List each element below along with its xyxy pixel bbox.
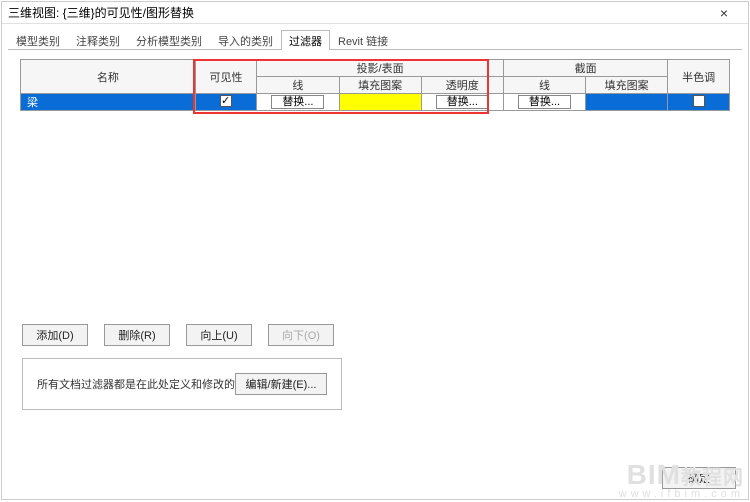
- edit-group-label: 所有文档过滤器都是在此处定义和修改的: [37, 376, 235, 392]
- hdr-proj-trans: 透明度: [421, 77, 503, 94]
- cell-proj-trans[interactable]: 替换...: [421, 94, 503, 111]
- hdr-proj-line: 线: [257, 77, 339, 94]
- cell-cut-line[interactable]: 替换...: [503, 94, 585, 111]
- watermark: BIM教程网 www.ifbim.com: [619, 461, 744, 500]
- cell-proj-pattern[interactable]: [339, 94, 421, 111]
- cell-name[interactable]: 梁: [21, 94, 196, 111]
- hdr-visible: 可见性: [195, 60, 257, 94]
- tab-imported[interactable]: 导入的类别: [210, 30, 281, 50]
- client-area: 模型类别 注释类别 分析模型类别 导入的类别 过滤器 Revit 链接 名称 可…: [2, 24, 748, 499]
- tab-analytical[interactable]: 分析模型类别: [128, 30, 210, 50]
- hdr-proj-pattern: 填充图案: [339, 77, 421, 94]
- dialog-title: 三维视图: {三维}的可见性/图形替换: [8, 4, 706, 21]
- tab-filters[interactable]: 过滤器: [281, 30, 330, 50]
- watermark-url: www.ifbim.com: [619, 489, 744, 500]
- grid-area: 名称 可见性 投影/表面 截面 半色调 线 填充图案 透明度 线 填充图案 梁 …: [8, 58, 742, 316]
- down-button[interactable]: 向下(O): [268, 324, 334, 346]
- checkbox-halftone[interactable]: [693, 95, 705, 107]
- edit-group: 所有文档过滤器都是在此处定义和修改的 编辑/新建(E)...: [22, 358, 342, 410]
- tab-annotation[interactable]: 注释类别: [68, 30, 128, 50]
- add-button[interactable]: 添加(D): [22, 324, 88, 346]
- titlebar: 三维视图: {三维}的可见性/图形替换 ×: [2, 2, 748, 24]
- hdr-cut-pattern: 填充图案: [586, 77, 668, 94]
- proj-trans-button[interactable]: 替换...: [436, 95, 489, 109]
- dialog: 三维视图: {三维}的可见性/图形替换 × 模型类别 注释类别 分析模型类别 导…: [1, 1, 749, 500]
- cut-line-button[interactable]: 替换...: [518, 95, 571, 109]
- watermark-logo: BIM教程网: [619, 461, 744, 489]
- close-icon[interactable]: ×: [706, 3, 742, 23]
- tab-model[interactable]: 模型类别: [8, 30, 68, 50]
- edit-new-button[interactable]: 编辑/新建(E)...: [235, 373, 327, 395]
- hdr-projection: 投影/表面: [257, 60, 504, 77]
- hdr-halftone: 半色调: [668, 60, 730, 94]
- hdr-name: 名称: [21, 60, 196, 94]
- grid: 名称 可见性 投影/表面 截面 半色调 线 填充图案 透明度 线 填充图案 梁 …: [20, 59, 730, 111]
- hdr-cut: 截面: [503, 60, 667, 77]
- checkbox-visible[interactable]: [220, 95, 232, 107]
- hdr-cut-line: 线: [503, 77, 585, 94]
- remove-button[interactable]: 删除(R): [104, 324, 170, 346]
- tabstrip: 模型类别 注释类别 分析模型类别 导入的类别 过滤器 Revit 链接: [8, 30, 742, 50]
- tab-revit-links[interactable]: Revit 链接: [330, 30, 396, 50]
- cell-halftone[interactable]: [668, 94, 730, 111]
- cell-visible[interactable]: [195, 94, 257, 111]
- table-row[interactable]: 梁 替换... 替换... 替换...: [21, 94, 730, 111]
- proj-line-button[interactable]: 替换...: [271, 95, 324, 109]
- filter-buttons: 添加(D) 删除(R) 向上(U) 向下(O): [8, 316, 742, 346]
- cell-proj-line[interactable]: 替换...: [257, 94, 339, 111]
- cell-cut-pattern[interactable]: [586, 94, 668, 111]
- up-button[interactable]: 向上(U): [186, 324, 252, 346]
